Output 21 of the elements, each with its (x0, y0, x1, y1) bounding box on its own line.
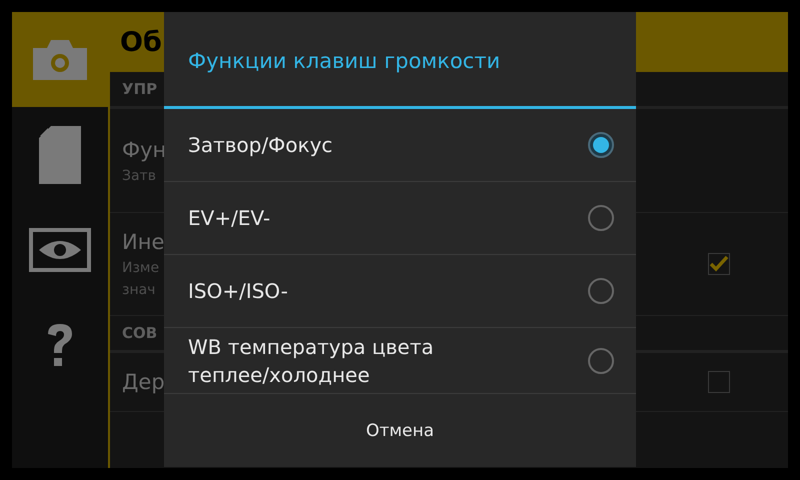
screen-title: Об (120, 26, 162, 58)
option-item[interactable]: EV+/EV- (164, 182, 636, 255)
option-item[interactable]: Затвор/Фокус (164, 109, 636, 182)
camera-icon (31, 38, 89, 82)
setting-title: Фун (122, 136, 166, 164)
checkbox[interactable] (708, 371, 730, 393)
setting-title: Ине (122, 229, 164, 256)
setting-title: Дер (122, 369, 165, 396)
setting-summary: знач (122, 281, 156, 300)
checkbox[interactable] (708, 253, 730, 275)
radio-button[interactable] (588, 205, 614, 231)
help-icon (45, 322, 75, 368)
radio-button[interactable] (588, 348, 614, 374)
eye-icon (29, 228, 91, 272)
setting-summary: Затв (122, 166, 156, 186)
radio-button[interactable] (588, 132, 614, 158)
radio-button[interactable] (588, 278, 614, 304)
dialog-title: Функции клавиш громкости (164, 12, 636, 109)
document-icon (39, 126, 81, 184)
setting-summary: Изме (122, 259, 160, 278)
option-item[interactable]: ISO+/ISO- (164, 255, 636, 328)
